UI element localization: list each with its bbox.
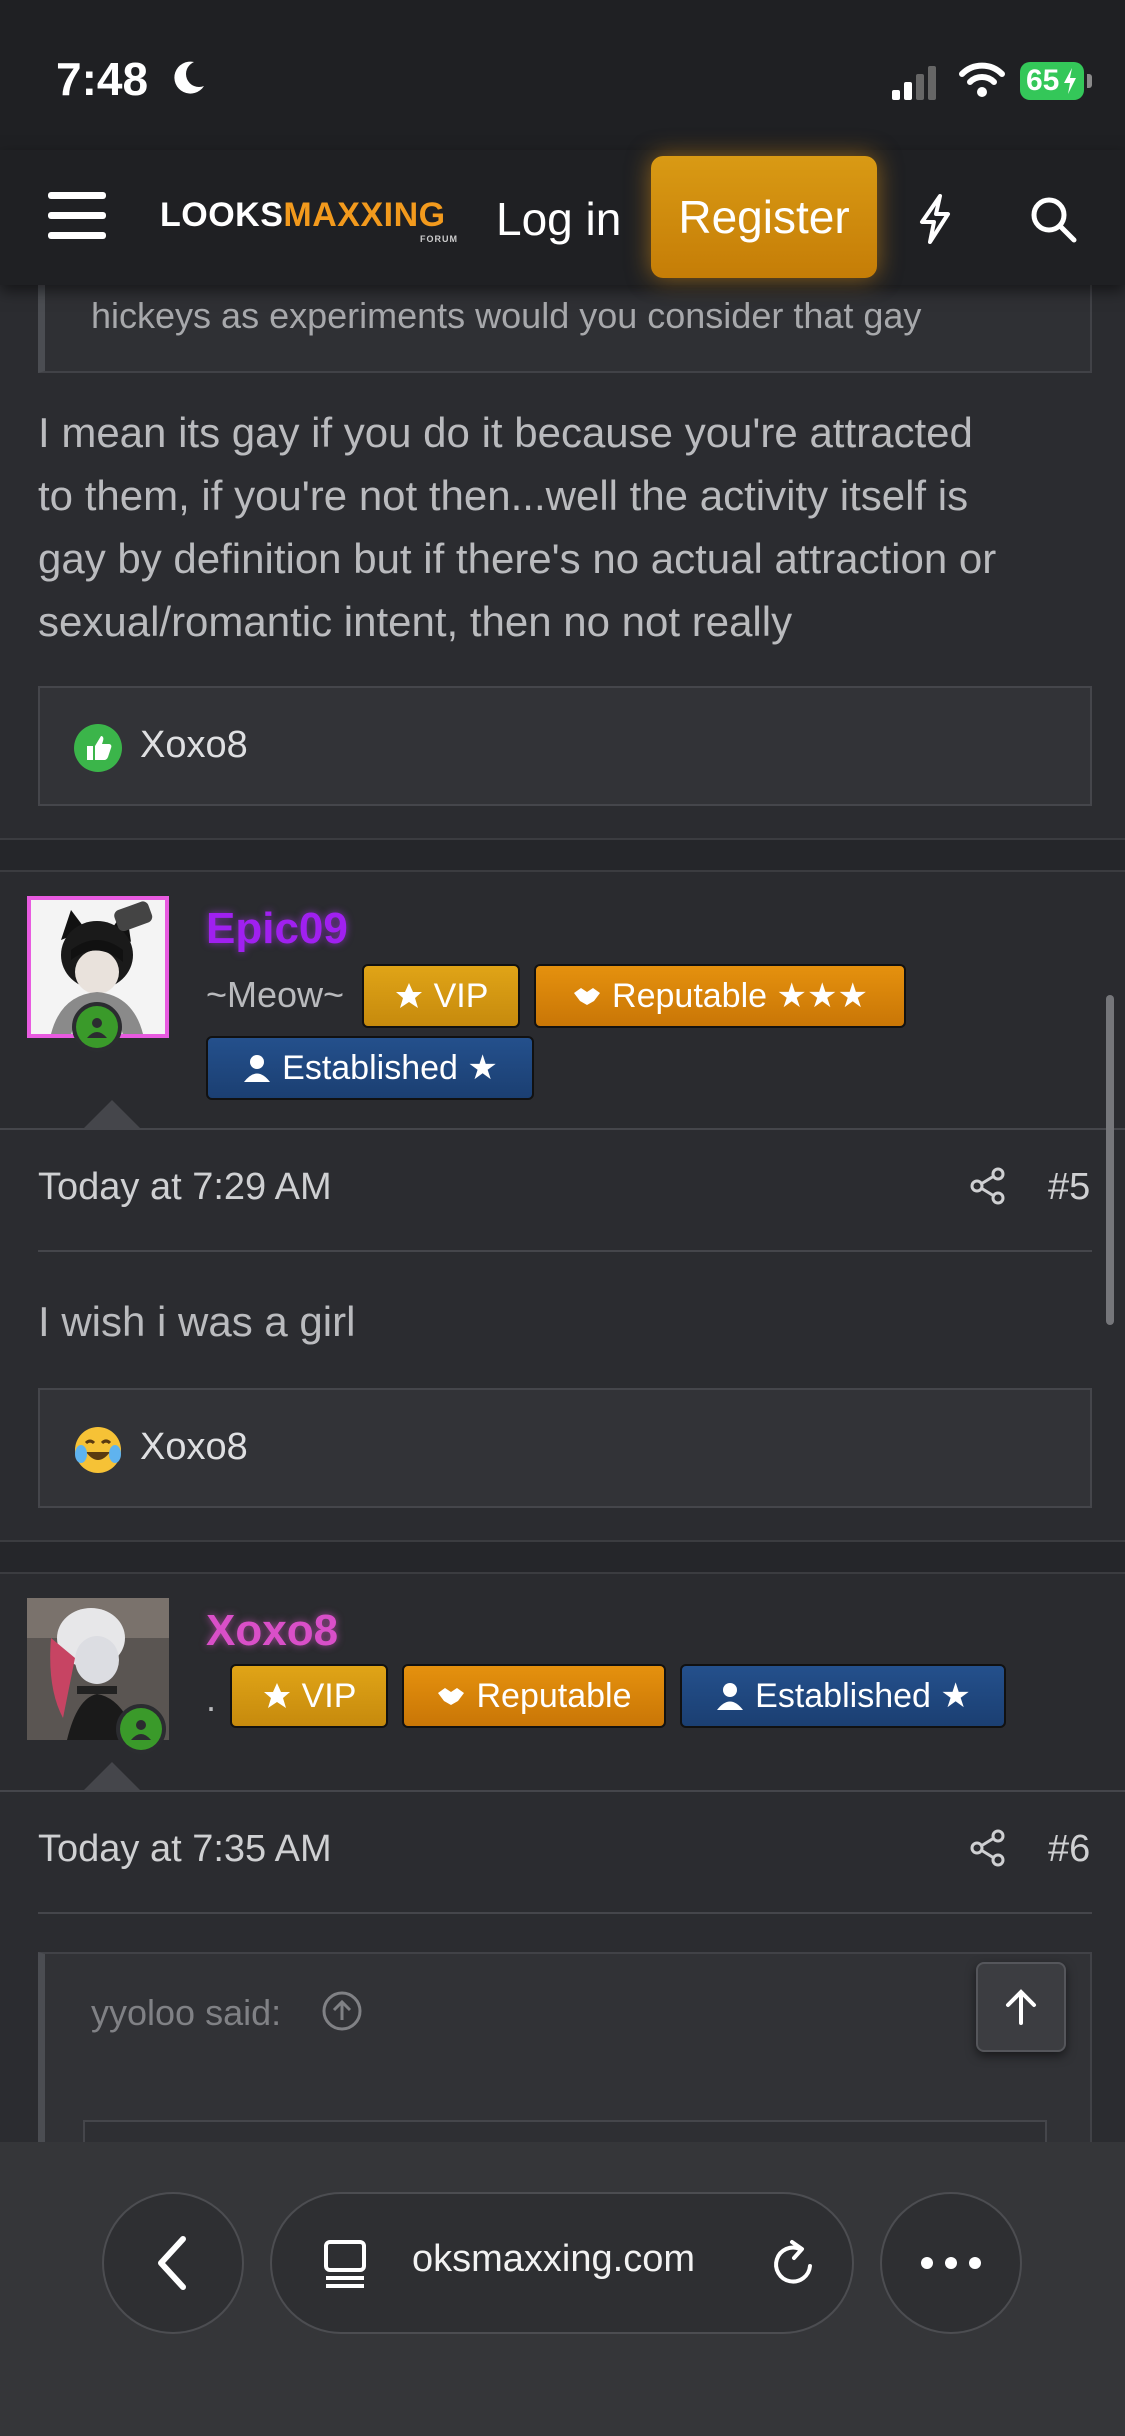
back-button[interactable] xyxy=(102,2192,244,2334)
menu-icon[interactable] xyxy=(48,192,106,240)
status-time: 7:48 xyxy=(56,53,149,105)
logo-text-maxxing: MAXXING xyxy=(283,196,446,234)
address-bar[interactable]: oksmaxxing.com xyxy=(270,2192,854,2334)
post-body-line: gay by definition but if there's no actu… xyxy=(38,535,997,582)
reputable-badge: Reputable ★★★ xyxy=(534,964,906,1028)
established-badge: Established ★ xyxy=(680,1664,1006,1728)
badge-label: Established ★ xyxy=(755,1677,971,1715)
online-status-icon xyxy=(116,1704,166,1754)
post-body-line: to them, if you're not then...well the a… xyxy=(38,472,969,519)
online-status-icon xyxy=(72,1002,122,1052)
signal-icon xyxy=(892,66,936,100)
share-icon[interactable] xyxy=(968,1166,1008,1206)
whats-new-bolt-icon[interactable] xyxy=(918,194,952,244)
like-icon xyxy=(74,724,122,772)
battery-level: 65 xyxy=(1026,64,1060,97)
established-badge: Established ★ xyxy=(206,1036,534,1100)
divider xyxy=(38,1912,1092,1914)
post-date[interactable]: Today at 7:35 AM xyxy=(38,1828,332,1871)
user-icon xyxy=(717,1683,744,1710)
battery-indicator: 65 xyxy=(1020,62,1092,100)
post-user-header: Xoxo8 . VIP Reputable Established ★ xyxy=(0,1574,1125,1790)
login-link[interactable]: Log in xyxy=(496,192,621,246)
post-body: I mean its gay if you do it because you'… xyxy=(38,401,1098,653)
post-meta: Today at 7:35 AM #6 xyxy=(0,1792,1125,1910)
post-body-line: sexual/romantic intent, then no not real… xyxy=(38,598,793,645)
reputable-badge: Reputable xyxy=(402,1664,666,1728)
post-separator xyxy=(0,838,1125,872)
badge-label: Established ★ xyxy=(282,1049,498,1087)
star-icon xyxy=(395,983,422,1008)
post-meta: Today at 7:29 AM #5 xyxy=(0,1130,1125,1248)
tabs-icon[interactable] xyxy=(318,2236,374,2292)
badge-label: VIP xyxy=(433,976,489,1015)
scroll-to-top-button[interactable] xyxy=(976,1962,1066,2052)
badge-label: VIP xyxy=(301,1676,357,1715)
post-date[interactable]: Today at 7:29 AM xyxy=(38,1166,332,1209)
header-caret xyxy=(84,1762,140,1790)
search-icon[interactable] xyxy=(1028,194,1078,244)
charging-icon xyxy=(1064,68,1076,94)
post-number[interactable]: #5 xyxy=(1048,1166,1090,1209)
vip-badge: VIP xyxy=(230,1664,388,1728)
reaction-username[interactable]: Xoxo8 xyxy=(140,724,248,767)
register-button[interactable]: Register xyxy=(651,156,877,278)
quote-block: hickeys as experiments would you conside… xyxy=(38,285,1092,373)
handshake-icon xyxy=(438,1688,465,1705)
scrollbar[interactable] xyxy=(1106,995,1114,1325)
reaction-username[interactable]: Xoxo8 xyxy=(140,1426,248,1469)
header-caret xyxy=(84,1100,140,1128)
user-title: . xyxy=(206,1678,217,1719)
top-nav: LOOKSMAXXING FORUM Log in Register xyxy=(0,150,1125,285)
site-logo[interactable]: LOOKSMAXXING xyxy=(160,196,446,235)
badge-label: Reputable ★★★ xyxy=(612,977,868,1015)
status-bar: 7:48 65 xyxy=(0,0,1125,150)
post-separator xyxy=(0,1540,1125,1574)
handshake-icon xyxy=(574,988,601,1005)
star-icon xyxy=(263,1683,290,1708)
post-body-line: I mean its gay if you do it because you'… xyxy=(38,409,973,456)
username[interactable]: Xoxo8 xyxy=(206,1606,338,1656)
reaction-bar[interactable]: Xoxo8 xyxy=(38,686,1092,806)
reload-icon[interactable] xyxy=(766,2236,822,2292)
chevron-left-icon xyxy=(158,2236,186,2290)
reaction-bar[interactable]: Xoxo8 xyxy=(38,1388,1092,1508)
username[interactable]: Epic09 xyxy=(206,904,348,954)
user-title: ~Meow~ xyxy=(206,974,345,1015)
user-icon xyxy=(244,1055,271,1082)
post-number[interactable]: #6 xyxy=(1048,1828,1090,1871)
jump-to-quote-icon[interactable] xyxy=(321,1990,363,2032)
post-user-header: Epic09 ~Meow~ VIP Reputable ★★★ Establis… xyxy=(0,872,1125,1128)
url-text[interactable]: oksmaxxing.com xyxy=(412,2238,695,2281)
logo-text-looks: LOOKS xyxy=(160,196,284,234)
quote-block: yyoloo said: xyxy=(38,1952,1092,2162)
wifi-icon xyxy=(959,62,1005,97)
ellipsis-icon xyxy=(921,2257,981,2269)
post-body: I wish i was a girl xyxy=(38,1298,356,1345)
laughing-crying-emoji-icon xyxy=(75,1427,121,1473)
logo-subtext: FORUM xyxy=(420,234,458,244)
more-options-button[interactable] xyxy=(880,2192,1022,2334)
badge-label: Reputable xyxy=(476,1676,632,1715)
vip-badge: VIP xyxy=(362,964,520,1028)
quote-text: hickeys as experiments would you conside… xyxy=(91,295,922,336)
moon-icon xyxy=(174,61,204,94)
quote-author[interactable]: yyoloo said: xyxy=(91,1992,281,2034)
divider xyxy=(38,1250,1092,1252)
share-icon[interactable] xyxy=(968,1828,1008,1868)
arrow-up-icon xyxy=(1006,1989,1036,2025)
